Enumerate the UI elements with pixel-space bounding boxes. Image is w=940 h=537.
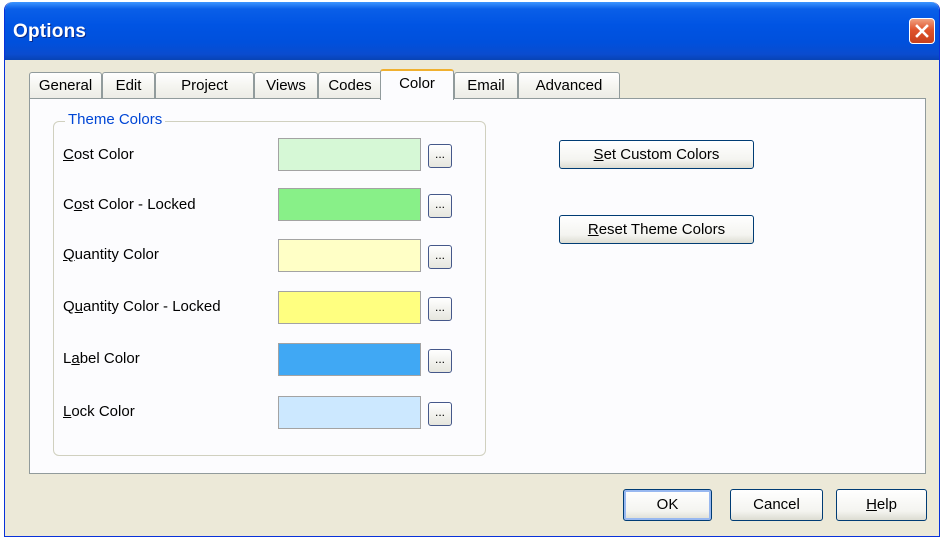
cancel-button[interactable]: Cancel [730,489,823,521]
tab-general[interactable]: General [29,72,102,99]
label-color-swatch[interactable] [278,343,421,376]
tab-color[interactable]: Color [380,69,454,100]
cost-color-locked-swatch[interactable] [278,188,421,221]
quantity-color-label: Quantity Color [63,246,159,263]
cost-color-locked-label: Cost Color - Locked [63,196,196,213]
cost-color-locked-pick-button[interactable]: ... [428,194,452,218]
cost-color-pick-button[interactable]: ... [428,144,452,168]
reset-theme-colors-button[interactable]: Reset Theme Colors [559,215,754,244]
quantity-color-swatch[interactable] [278,239,421,272]
tab-advanced[interactable]: Advanced [518,72,620,99]
window-title: Options [13,21,87,42]
color-tab-page: Theme Colors Cost Color ... Cost Color -… [29,98,926,474]
close-icon [915,24,929,38]
tab-project[interactable]: Project [155,72,254,99]
tab-email[interactable]: Email [454,72,518,99]
lock-color-pick-button[interactable]: ... [428,402,452,426]
quantity-color-pick-button[interactable]: ... [428,245,452,269]
tab-edit[interactable]: Edit [102,72,155,99]
tab-views[interactable]: Views [254,72,318,99]
label-color-label: Label Color [63,350,140,367]
cost-color-label: Cost Color [63,146,134,163]
lock-color-swatch[interactable] [278,396,421,429]
quantity-color-locked-pick-button[interactable]: ... [428,297,452,321]
set-custom-colors-button[interactable]: Set Custom Colors [559,140,754,169]
quantity-color-locked-label: Quantity Color - Locked [63,298,221,315]
title-bar[interactable]: Options [5,2,939,60]
options-dialog: Options General Edit Project Views Codes… [4,2,940,537]
ok-button[interactable]: OK [623,489,712,521]
lock-color-label: Lock Color [63,403,135,420]
close-button[interactable] [909,18,935,44]
cost-color-swatch[interactable] [278,138,421,171]
label-color-pick-button[interactable]: ... [428,349,452,373]
help-button[interactable]: Help [836,489,927,521]
theme-colors-group: Theme Colors Cost Color ... Cost Color -… [53,111,486,456]
theme-colors-title: Theme Colors [65,111,166,129]
quantity-color-locked-swatch[interactable] [278,291,421,324]
tab-codes[interactable]: Codes [318,72,382,99]
